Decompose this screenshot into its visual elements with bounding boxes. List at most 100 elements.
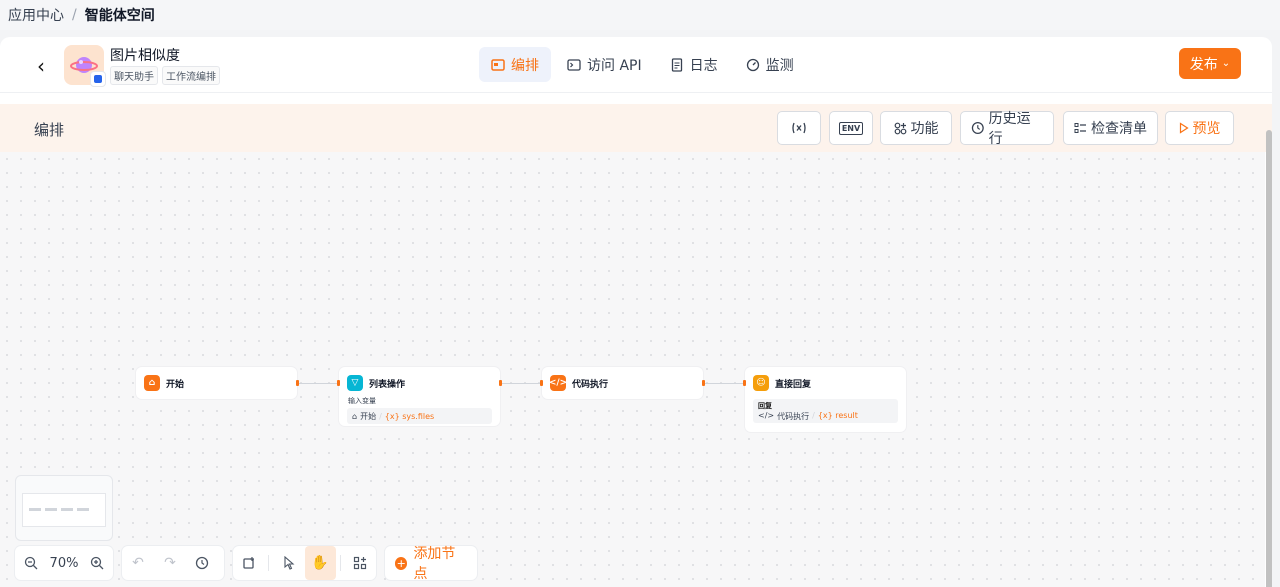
- zoom-controls: 70%: [15, 546, 113, 580]
- node-title: 开始: [166, 379, 185, 390]
- version-history-icon[interactable]: [186, 546, 218, 580]
- publish-button[interactable]: 发布 ⌄: [1179, 48, 1241, 79]
- minimap-node: [61, 508, 73, 511]
- reply-icon: ☺: [753, 375, 769, 391]
- history-controls: ↶ ↷: [122, 546, 224, 580]
- chevron-down-icon: ⌄: [1221, 58, 1231, 69]
- code-icon: </>: [758, 410, 775, 420]
- zoom-level[interactable]: 70%: [47, 556, 81, 571]
- variables-button[interactable]: [777, 111, 821, 145]
- features-button[interactable]: 功能: [880, 111, 952, 145]
- add-node-label: 添加节点: [413, 546, 456, 582]
- gauge-icon: [746, 58, 759, 71]
- hand-pan-icon[interactable]: ✋: [304, 546, 336, 580]
- app-name: 图片相似度: [110, 48, 180, 64]
- tab-label: 日志: [689, 57, 718, 74]
- main-nav: 编排 访问 API 日志 监测: [479, 47, 806, 82]
- node-start[interactable]: ⌂ 开始: [136, 367, 297, 399]
- code-icon: </>: [549, 375, 567, 391]
- orchestrate-toolbar: 编排 ENV 功能 历史运行 检查清单 预览: [0, 104, 1272, 152]
- minimap[interactable]: [15, 475, 113, 541]
- checklist-label: 检查清单: [1091, 121, 1147, 137]
- node-code-execution[interactable]: </> 代码执行: [542, 367, 703, 399]
- vertical-scrollbar[interactable]: [1266, 130, 1272, 587]
- edge-code-to-reply: [704, 383, 745, 384]
- add-note-icon[interactable]: [233, 546, 264, 580]
- divider: [268, 555, 270, 571]
- tab-label: 编排: [511, 57, 539, 74]
- play-icon: [1179, 122, 1189, 134]
- variable-x-icon: [792, 122, 806, 134]
- tab-orchestrate[interactable]: 编排: [479, 47, 551, 82]
- minimap-node: [45, 508, 57, 511]
- node-title: 列表操作: [369, 379, 406, 390]
- tab-monitoring[interactable]: 监测: [734, 47, 806, 82]
- app-tag: 聊天助手: [110, 66, 158, 85]
- app-tag: 工作流编排: [162, 66, 220, 85]
- edge-list-to-code: [501, 383, 542, 384]
- tab-label: 监测: [765, 57, 794, 74]
- redo-icon[interactable]: ↷: [154, 546, 186, 580]
- var-name: {x} result: [817, 410, 858, 420]
- minimap-node: [29, 508, 41, 511]
- divider: [339, 555, 341, 571]
- home-icon: ⌂: [144, 375, 160, 391]
- tab-api-access[interactable]: 访问 API: [555, 47, 654, 82]
- input-port[interactable]: [540, 380, 543, 386]
- workflow-canvas[interactable]: ⌂ 开始 ▽ 列表操作 输入变量 ⌂ 开始 / {x} sys.files </…: [0, 152, 1265, 587]
- var-separator: /: [812, 410, 815, 420]
- filter-icon: ▽: [347, 375, 363, 391]
- apps-icon: [894, 122, 906, 134]
- undo-icon[interactable]: ↶: [122, 546, 154, 580]
- zoom-out-icon[interactable]: [15, 546, 47, 580]
- var-name: {x} sys.files: [384, 411, 435, 421]
- reply-variable: </> 代码执行 / {x} result: [758, 411, 858, 422]
- reply-label: 回复: [758, 401, 772, 410]
- minimap-viewport: [22, 493, 106, 527]
- chat-type-badge-icon: [90, 71, 106, 87]
- node-direct-reply[interactable]: ☺ 直接回复 回复 </> 代码执行 / {x} result: [745, 367, 906, 432]
- zoom-in-icon[interactable]: [81, 546, 113, 580]
- var-source: 开始: [360, 411, 377, 421]
- node-input-variable: ⌂ 开始 / {x} sys.files: [347, 408, 492, 424]
- node-list-operation[interactable]: ▽ 列表操作 输入变量 ⌂ 开始 / {x} sys.files: [339, 367, 500, 426]
- history-runs-label: 历史运行: [988, 111, 1031, 147]
- preview-button[interactable]: 预览: [1165, 111, 1234, 145]
- node-title: 直接回复: [775, 379, 812, 390]
- publish-label: 发布: [1189, 56, 1218, 73]
- output-port[interactable]: [296, 380, 299, 386]
- input-port[interactable]: [743, 380, 746, 386]
- terminal-icon: [567, 58, 581, 71]
- features-label: 功能: [910, 121, 939, 137]
- output-port[interactable]: [702, 380, 705, 386]
- tab-logs[interactable]: 日志: [658, 47, 730, 82]
- layout-icon: [491, 58, 505, 71]
- env-icon: ENV: [838, 121, 864, 135]
- plus-circle-icon: +: [395, 556, 408, 570]
- env-button[interactable]: ENV: [829, 111, 873, 145]
- history-runs-button[interactable]: 历史运行: [960, 111, 1054, 147]
- canvas-tool-controls: ✋: [233, 546, 376, 580]
- breadcrumb-parent[interactable]: 应用中心: [8, 5, 64, 25]
- output-port[interactable]: [499, 380, 502, 386]
- breadcrumb: 应用中心 / 智能体空间: [0, 0, 1280, 30]
- app-header: ‹ 图片相似度 聊天助手 工作流编排 编排 访问 API 日志 监测 发布 ⌄: [0, 37, 1272, 93]
- app-tags: 聊天助手 工作流编排: [110, 66, 220, 85]
- tab-label: 访问 API: [587, 57, 642, 74]
- checklist-button[interactable]: 检查清单: [1063, 111, 1158, 145]
- section-title: 编排: [34, 121, 65, 139]
- node-reply-content: 回复 </> 代码执行 / {x} result: [753, 399, 898, 423]
- breadcrumb-separator: /: [72, 7, 77, 23]
- var-source: 代码执行: [777, 411, 810, 421]
- pointer-icon[interactable]: [273, 546, 304, 580]
- back-arrow-icon[interactable]: ‹: [30, 55, 52, 77]
- minimap-node: [77, 508, 89, 511]
- workflow-editor-card: ‹ 图片相似度 聊天助手 工作流编排 编排 访问 API 日志 监测 发布 ⌄ …: [0, 37, 1272, 587]
- node-title: 代码执行: [572, 379, 609, 390]
- organize-layout-icon[interactable]: [345, 546, 376, 580]
- home-icon: ⌂: [352, 411, 358, 421]
- add-node-button[interactable]: + 添加节点: [385, 546, 477, 582]
- breadcrumb-current: 智能体空间: [84, 8, 155, 24]
- input-port[interactable]: [337, 380, 340, 386]
- edge-start-to-list: [298, 383, 339, 384]
